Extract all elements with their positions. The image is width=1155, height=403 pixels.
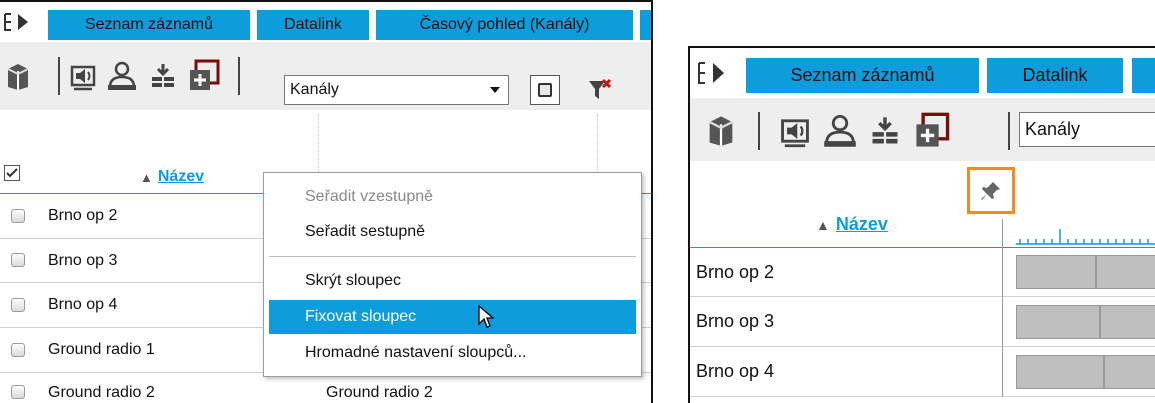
packages-icon[interactable] [2,52,34,100]
toolbar: Kanály [690,98,1155,161]
tree-download-icon[interactable] [866,110,904,152]
menu-item-hide-column[interactable]: Skrýt sloupec [269,265,636,297]
tab-record-list[interactable]: Seznam záznamů [746,58,979,93]
row-name: Brno op 2 [696,261,775,282]
pinned-column-divider [1002,347,1003,397]
toolbar-separator [1008,112,1010,150]
user-icon[interactable] [820,110,860,152]
tab-bar: Seznam záznamů Datalink [690,48,1155,98]
timeline-ruler [1016,211,1155,248]
left-screenshot-panel: Seznam záznamů Datalink Časový pohled (K… [0,0,653,403]
row-name: Ground radio 2 [48,384,155,401]
name-header-label[interactable]: Název [836,214,888,235]
toolbar-separator [238,57,240,95]
toolbar-separator [58,57,60,95]
tab-bar-collapse-icon[interactable] [2,11,42,33]
table-row[interactable]: Brno op 4 [690,347,1155,397]
row-second-column-value: Ground radio 2 [326,384,433,401]
add-frame-icon[interactable] [910,108,954,154]
row-name: Brno op 3 [696,311,775,331]
row-checkbox[interactable] [11,385,25,399]
view-select[interactable]: Kanály [1019,112,1155,147]
view-select-value: Kanály [290,81,339,98]
pin-icon[interactable] [979,179,1003,203]
add-frame-icon[interactable] [184,54,224,98]
timeline-bar[interactable] [1100,305,1155,339]
row-name: Brno op 3 [48,251,118,269]
name-header-label[interactable]: Název [158,168,204,186]
row-name: Brno op 4 [48,296,118,313]
pinned-column-divider [1002,248,1003,297]
timeline-bar[interactable] [1096,255,1155,289]
table-row[interactable]: Brno op 2 [690,248,1155,297]
menu-separator [269,256,636,257]
timeline-bar[interactable] [1016,255,1096,289]
speaker-icon[interactable] [66,56,100,96]
sort-ascending-icon: ▲ [816,216,830,233]
mouse-cursor-icon [477,304,495,335]
table-row[interactable]: Brno op 3 [690,297,1155,347]
tab-timeline-channels[interactable] [1132,58,1155,93]
menu-item-sort-descending[interactable]: Seřadit sestupně [269,216,636,248]
checkbox-icon[interactable] [530,75,560,105]
select-all-checkbox[interactable] [4,165,20,181]
clear-filter-icon[interactable] [585,77,615,103]
row-checkbox[interactable] [11,298,25,312]
timeline-bar[interactable] [1016,355,1104,389]
row-name: Brno op 4 [696,361,775,381]
menu-item-pin-column-label: Fixovat sloupec [305,308,417,325]
name-column-header[interactable]: ▲ Název [140,168,204,186]
menu-item-sort-ascending[interactable]: Seřadit vzestupně [269,181,636,213]
row-checkbox[interactable] [11,343,25,357]
tab-record-list[interactable]: Seznam záznamů [48,10,250,40]
grid-header: ▲ Název [690,161,1155,248]
view-select[interactable]: Kanály [284,75,509,105]
user-icon[interactable] [104,56,140,96]
right-screenshot-panel: Seznam záznamů Datalink Kanály ▲ Název B… [688,46,1155,403]
tab-datalink[interactable]: Datalink [987,58,1123,93]
tree-download-icon[interactable] [146,56,180,96]
toolbar: Kanály [0,42,651,110]
row-name: Ground radio 1 [48,341,155,358]
pinned-column-divider [1002,297,1003,347]
tab-bar-collapse-icon[interactable] [696,60,736,86]
name-column-header[interactable]: ▲ Název [816,214,888,235]
pinned-column-highlight [967,167,1015,214]
row-name: Brno op 2 [48,207,118,224]
view-select-value: Kanály [1025,119,1081,139]
tab-more[interactable] [640,10,651,40]
timeline-bar[interactable] [1016,305,1100,339]
menu-item-bulk-column-settings[interactable]: Hromadné nastavení sloupců... [269,337,636,369]
chevron-down-icon [490,87,500,93]
tab-datalink[interactable]: Datalink [257,10,369,40]
row-checkbox[interactable] [11,253,25,267]
column-divider [1002,219,1003,248]
menu-item-pin-column[interactable]: Fixovat sloupec [269,300,636,334]
tab-bar: Seznam záznamů Datalink Časový pohled (K… [0,2,651,42]
tab-timeline-channels[interactable]: Časový pohled (Kanály) [376,10,633,40]
speaker-icon[interactable] [776,110,814,152]
column-context-menu: Seřadit vzestupně Seřadit sestupně Skrýt… [263,172,642,377]
row-checkbox[interactable] [11,209,25,223]
sort-ascending-icon: ▲ [140,169,153,185]
packages-icon[interactable] [704,108,738,152]
table-row[interactable]: Ground radio 2 Ground radio 2 [0,373,651,403]
timeline-bar[interactable] [1104,355,1155,389]
toolbar-separator [758,112,760,150]
grid-body: Brno op 2 Brno op 3 Brno op 4 [690,248,1155,403]
